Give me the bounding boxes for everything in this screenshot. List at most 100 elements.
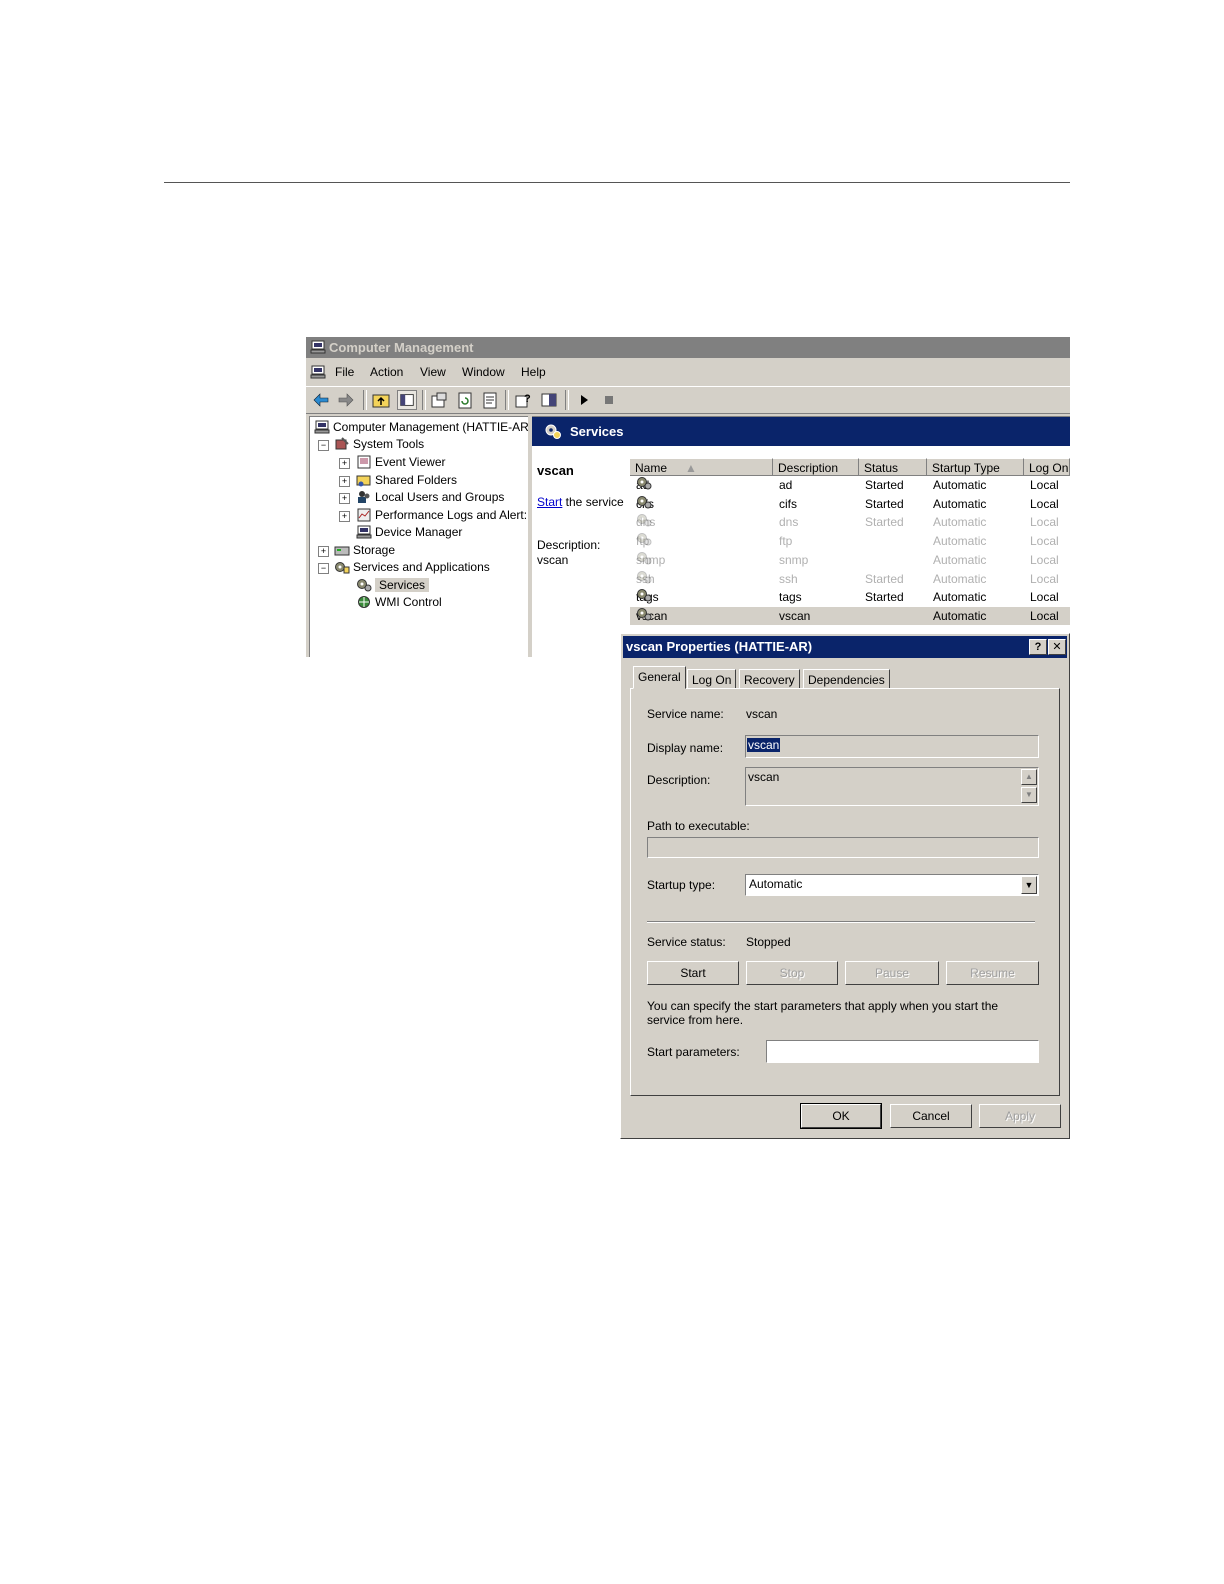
column-header-startup-type[interactable]: Startup Type — [927, 458, 1024, 476]
window-menu-icon[interactable] — [310, 364, 326, 380]
selected-service-name: vscan — [537, 463, 574, 478]
expand-toggle[interactable]: + — [339, 476, 350, 487]
properties-icon[interactable] — [429, 390, 449, 410]
path-label: Path to executable: — [647, 819, 750, 833]
tree-item-services[interactable]: Services — [356, 577, 430, 594]
performance-icon — [357, 508, 371, 522]
description-value: vscan — [537, 553, 569, 567]
tab-recovery[interactable]: Recovery — [739, 669, 800, 689]
export-list-icon[interactable] — [480, 390, 500, 410]
collapse-toggle[interactable]: − — [318, 440, 329, 451]
service-name-cell: ad — [636, 476, 652, 494]
menu-window[interactable]: Window — [462, 360, 505, 384]
up-folder-icon[interactable] — [371, 390, 391, 410]
tab-dependencies[interactable]: Dependencies — [803, 669, 890, 689]
service-description-cell: ssh — [779, 571, 798, 586]
collapse-toggle[interactable]: − — [318, 563, 329, 574]
display-name-field[interactable]: vscan — [745, 735, 1039, 758]
expand-toggle[interactable]: + — [339, 458, 350, 469]
service-logon-cell: Local — [1030, 590, 1059, 605]
service-startup-cell: Automatic — [933, 590, 987, 605]
menu-file[interactable]: File — [335, 360, 354, 384]
service-name-cell: cifs — [636, 495, 654, 513]
service-row[interactable]: tags tags Started Automatic Local — [630, 588, 1070, 606]
svg-text:?: ? — [524, 393, 531, 405]
service-row[interactable]: dns dns Started Automatic Local — [630, 513, 1070, 531]
expand-toggle[interactable]: + — [318, 546, 329, 557]
service-row[interactable]: ad ad Started Automatic Local — [630, 476, 1070, 494]
scroll-down-icon[interactable]: ▼ — [1021, 787, 1037, 803]
service-row[interactable]: ssh ssh Started Automatic Local — [630, 570, 1070, 588]
column-header-description[interactable]: Description — [773, 458, 859, 476]
sort-arrow-icon: ▲ — [685, 461, 697, 475]
window-title: Computer Management — [329, 340, 474, 355]
display-name-value: vscan — [747, 738, 781, 752]
apply-button[interactable]: Apply — [979, 1104, 1061, 1128]
service-row[interactable]: ftp ftp Automatic Local — [630, 532, 1070, 550]
column-header-log-on[interactable]: Log On — [1024, 458, 1070, 476]
startup-type-select[interactable]: Automatic ▼ — [745, 874, 1039, 896]
stop-button[interactable]: Stop — [746, 961, 838, 985]
computer-icon — [314, 420, 330, 434]
close-button[interactable]: ✕ — [1048, 639, 1066, 655]
toolbar-separator — [363, 390, 367, 410]
service-description-cell: snmp — [779, 552, 809, 567]
storage-icon — [334, 546, 350, 556]
chevron-down-icon[interactable]: ▼ — [1021, 876, 1037, 894]
resume-button[interactable]: Resume — [946, 961, 1039, 985]
users-icon — [358, 491, 370, 503]
tab-general[interactable]: General — [633, 666, 686, 689]
forward-arrow-icon[interactable] — [336, 390, 356, 410]
path-field[interactable] — [647, 837, 1039, 858]
service-row[interactable]: vscan vscan Automatic Local — [630, 606, 1070, 625]
menu-view[interactable]: View — [420, 360, 446, 384]
service-row[interactable]: cifs cifs Started Automatic Local — [630, 495, 1070, 513]
description-field[interactable]: vscan ▲ ▼ — [745, 767, 1039, 806]
tree-item-system-tools[interactable]: System Tools — [334, 436, 424, 453]
start-service-link[interactable]: Start — [537, 495, 562, 509]
tab-log-on[interactable]: Log On — [687, 669, 737, 689]
service-description-cell: vscan — [779, 608, 811, 623]
tree-item-performance-logs[interactable]: Performance Logs and Alert: — [356, 507, 527, 524]
properties-dialog: vscan Properties (HATTIE-AR) ? ✕ General… — [620, 633, 1070, 1139]
tree-item-event-viewer[interactable]: Event Viewer — [356, 454, 445, 471]
column-header-name[interactable]: Name ▲ — [630, 458, 773, 476]
help-button[interactable]: ? — [1029, 639, 1047, 655]
cancel-button[interactable]: Cancel — [890, 1104, 972, 1128]
tree-item-local-users[interactable]: Local Users and Groups — [356, 489, 504, 506]
service-description-cell: tags — [779, 590, 802, 605]
tree-item-services-apps[interactable]: Services and Applications — [334, 559, 490, 576]
service-row[interactable]: snmp snmp Automatic Local — [630, 551, 1070, 569]
tree-item-device-manager[interactable]: Device Manager — [356, 524, 462, 541]
service-startup-cell: Automatic — [933, 515, 987, 530]
start-parameters-input[interactable] — [766, 1040, 1039, 1063]
stop-service-icon[interactable] — [599, 390, 619, 410]
service-name-cell: snmp — [636, 551, 665, 569]
start-service-icon[interactable] — [574, 390, 594, 410]
start-button[interactable]: Start — [647, 961, 739, 985]
menu-help[interactable]: Help — [521, 360, 546, 384]
column-header-status[interactable]: Status — [859, 458, 927, 476]
scroll-up-icon[interactable]: ▲ — [1021, 769, 1037, 785]
toolbar-separator — [422, 390, 426, 410]
expand-toggle[interactable]: + — [339, 511, 350, 522]
menu-action[interactable]: Action — [370, 360, 403, 384]
service-gear-icon — [636, 607, 652, 621]
service-description-cell: ad — [779, 478, 793, 492]
help-icon[interactable]: ? — [513, 390, 533, 410]
description-pane-icon[interactable] — [539, 390, 559, 410]
start-parameters-hint: You can specify the start parameters tha… — [647, 999, 999, 1027]
expand-toggle[interactable]: + — [339, 493, 350, 504]
tree-item-wmi-control[interactable]: WMI Control — [356, 594, 442, 611]
tree-item-storage[interactable]: Storage — [334, 542, 395, 559]
pause-button[interactable]: Pause — [845, 961, 939, 985]
back-arrow-icon[interactable] — [311, 390, 331, 410]
tree-root[interactable]: Computer Management (HATTIE-AR — [314, 419, 529, 436]
show-hide-tree-icon[interactable] — [397, 390, 417, 410]
refresh-icon[interactable] — [455, 390, 475, 410]
ok-button[interactable]: OK — [800, 1103, 882, 1129]
tree-item-shared-folders[interactable]: Shared Folders — [356, 472, 457, 489]
description-label: Description: — [537, 538, 601, 552]
startup-type-label: Startup type: — [647, 878, 716, 892]
menu-bar: File Action View Window Help — [306, 360, 1070, 384]
